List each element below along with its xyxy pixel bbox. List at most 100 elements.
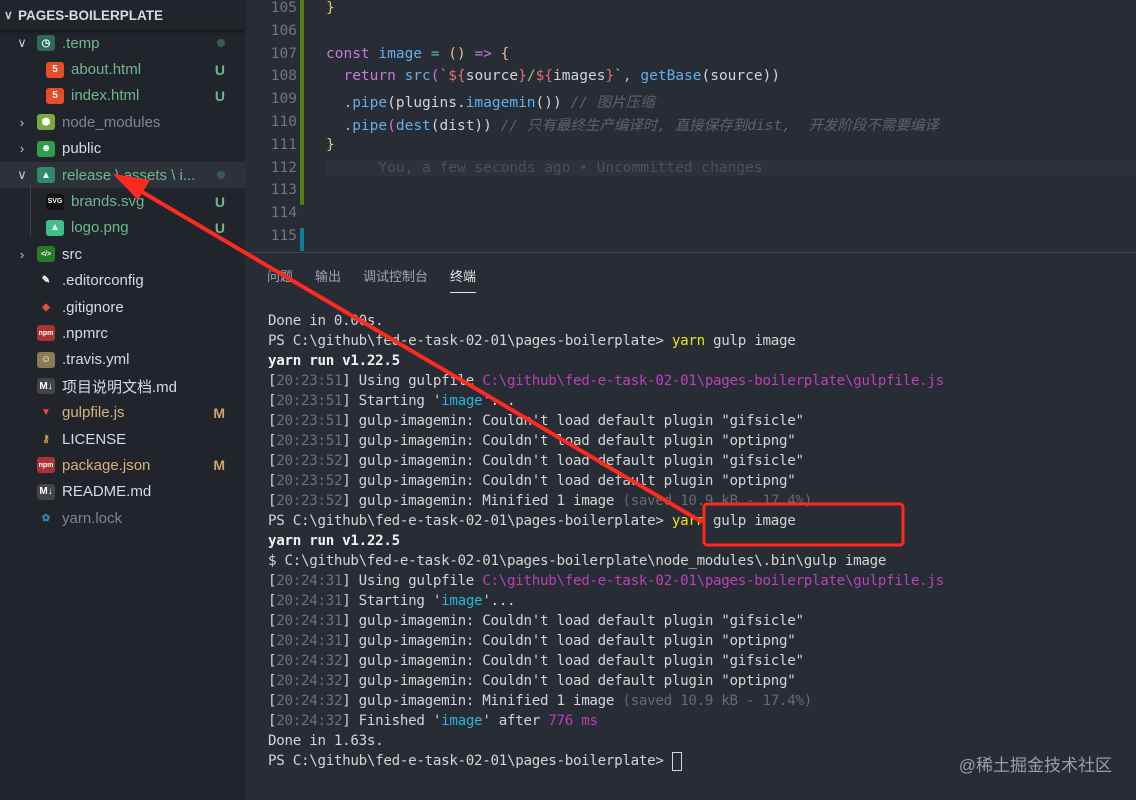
terminal-line: [20:23:51] Starting 'image'... bbox=[268, 391, 944, 411]
code-line[interactable]: } bbox=[326, 137, 335, 153]
watermark: @稀土掘金技术社区 bbox=[958, 756, 1112, 775]
line-number: 112 bbox=[270, 159, 297, 176]
chevron-down-icon: ∨ bbox=[4, 8, 13, 22]
tree-item[interactable]: npm .npmrc bbox=[0, 320, 245, 346]
modified-dot-icon bbox=[217, 39, 225, 48]
code-token: image bbox=[378, 45, 423, 62]
tree-item[interactable]: ⚷ LICENSE bbox=[0, 426, 245, 452]
terminal-line: Done in 0.00s. bbox=[268, 311, 944, 331]
tree-item[interactable]: ✎ .editorconfig bbox=[0, 268, 245, 294]
code-token: imagemin bbox=[465, 95, 536, 112]
terminal-text: [ bbox=[268, 613, 277, 629]
tree-item[interactable]: › ⬢ node_modules bbox=[0, 109, 245, 135]
line-number: 113 bbox=[270, 182, 297, 199]
terminal-text: ] Finished ' bbox=[342, 713, 442, 729]
terminal-text: (saved 10.9 kB - 17.4%) bbox=[622, 493, 812, 509]
terminal-line: [20:24:32] gulp-imagemin: Minified 1 ima… bbox=[268, 691, 944, 711]
git-gutter-modified bbox=[300, 22, 304, 46]
git-status-badge: M bbox=[213, 404, 225, 421]
code-token: { bbox=[500, 45, 510, 62]
code-line[interactable]: const image = () => { bbox=[326, 46, 509, 62]
terminal-text: PS C:\github\fed-e-task-02-01\pages-boil… bbox=[268, 513, 672, 529]
git-status-badge: U bbox=[214, 87, 225, 104]
panel-tab[interactable]: 输出 bbox=[315, 253, 341, 297]
code-token: (plugins. bbox=[387, 95, 466, 112]
tree-item-label: .editorconfig bbox=[62, 272, 144, 290]
tree-item[interactable]: M↓ README.md bbox=[0, 479, 245, 505]
travis-icon: ☺ bbox=[37, 351, 55, 368]
tree-item[interactable]: SVG brands.svg U bbox=[0, 188, 245, 214]
tree-item[interactable]: M↓ 项目说明文档.md bbox=[0, 373, 245, 399]
yarn-icon: ✿ bbox=[41, 512, 51, 524]
terminal-text: image bbox=[441, 393, 483, 409]
code-line[interactable]: .pipe(plugins.imagemin()) // 图片压缩 bbox=[326, 91, 655, 112]
terminal-text: 20:23:51 bbox=[276, 373, 343, 389]
code-token: } bbox=[326, 0, 335, 16]
code-line[interactable]: You, a few seconds ago • Uncommitted cha… bbox=[326, 159, 1136, 176]
panel-tab[interactable]: 问题 bbox=[267, 253, 293, 297]
terminal-line: PS C:\github\fed-e-task-02-01\pages-boil… bbox=[268, 331, 944, 351]
chevron-right-icon[interactable]: › bbox=[15, 141, 29, 156]
tree-item-label: .temp bbox=[62, 34, 100, 52]
code-line[interactable]: .pipe(dest(dist)) // 只有最终生产编译时, 直接保存到dis… bbox=[326, 114, 938, 135]
tree-item[interactable]: ✿ yarn.lock bbox=[0, 505, 245, 531]
markdown-icon: M↓ bbox=[37, 483, 55, 500]
tree-item[interactable]: ▲ logo.png U bbox=[0, 215, 245, 241]
tree-item[interactable]: 5 about.html U bbox=[0, 56, 245, 82]
chevron-right-icon[interactable]: › bbox=[15, 115, 29, 130]
terminal-text: 20:23:51 bbox=[276, 413, 343, 429]
folder-src-icon: </> bbox=[37, 246, 55, 263]
tree-item-label: release \ assets \ i... bbox=[62, 166, 196, 184]
code-token: () bbox=[448, 45, 475, 62]
editorconfig-icon: ✎ bbox=[41, 275, 51, 287]
git-gutter-modified bbox=[300, 114, 304, 137]
line-number: 109 bbox=[270, 91, 297, 108]
code-line[interactable]: } bbox=[326, 0, 335, 16]
terminal-text: ] Using gulpfile bbox=[342, 373, 483, 389]
code-editor[interactable]: 105} 106 107 const image = () => {108 retur… bbox=[245, 0, 1136, 252]
terminal-text: [ bbox=[268, 633, 277, 649]
terminal-text: 20:24:31 bbox=[276, 613, 343, 629]
terminal-text: ] gulp-imagemin: Minified 1 image bbox=[342, 693, 623, 709]
panel-tab[interactable]: 终端 bbox=[450, 253, 477, 297]
terminal-text: [ bbox=[268, 373, 277, 389]
code-token: } bbox=[326, 136, 335, 153]
terminal-line: [20:24:31] Using gulpfile C:\github\fed-… bbox=[268, 571, 944, 591]
git-gutter-modified bbox=[300, 136, 304, 160]
folder-temp-icon: ◷ bbox=[37, 35, 55, 52]
tree-item[interactable]: › </> src bbox=[0, 241, 245, 267]
code-token: // 图片压缩 bbox=[570, 95, 655, 112]
git-status-badge: U bbox=[214, 193, 225, 210]
terminal-cursor[interactable] bbox=[671, 751, 682, 771]
git-gutter-modified bbox=[300, 91, 304, 114]
tree-item[interactable]: › ☻ public bbox=[0, 136, 245, 162]
tree-item[interactable]: ☺ .travis.yml bbox=[0, 347, 245, 373]
code-token: (` bbox=[430, 68, 449, 85]
code-line[interactable]: return src(`${source}/${images}`, getBas… bbox=[326, 68, 780, 84]
line-number: 108 bbox=[270, 68, 297, 85]
chevron-down-icon[interactable]: ∨ bbox=[15, 35, 29, 51]
chevron-right-icon[interactable]: › bbox=[15, 247, 29, 262]
terminal-output[interactable]: Done in 0.00s. PS C:\github\fed-e-task-02… bbox=[268, 311, 944, 771]
terminal-text: 20:23:52 bbox=[276, 493, 343, 509]
terminal-text: [ bbox=[268, 473, 277, 489]
git-status-badge: M bbox=[213, 457, 225, 474]
panel-tab[interactable]: 调试控制台 bbox=[363, 253, 428, 297]
explorer-header[interactable]: ∨ PAGES-BOILERPLATE bbox=[0, 0, 245, 30]
tree-item[interactable]: ∨ ◷ .temp bbox=[0, 30, 245, 56]
tree-item[interactable]: npm package.json M bbox=[0, 452, 245, 478]
tree-item[interactable]: ∨ ▲ release \ assets \ i... bbox=[0, 161, 245, 189]
terminal-text: PS C:\github\fed-e-task-02-01\pages-boil… bbox=[268, 753, 672, 769]
line-number: 114 bbox=[270, 205, 297, 222]
code-token: . bbox=[326, 118, 353, 134]
terminal-text: yarn run v1.22.5 bbox=[268, 533, 400, 549]
chevron-down-icon[interactable]: ∨ bbox=[15, 167, 29, 183]
line-number: 106 bbox=[270, 22, 297, 39]
tree-item[interactable]: ◆ .gitignore bbox=[0, 294, 245, 320]
terminal-text: 20:23:52 bbox=[276, 453, 343, 469]
tree-item[interactable]: 5 index.html U bbox=[0, 83, 245, 109]
tree-item[interactable]: ▼ gulpfile.js M bbox=[0, 399, 245, 425]
terminal-text: ] gulp-imagemin: Couldn't load default p… bbox=[342, 673, 796, 689]
terminal-text: ] Using gulpfile bbox=[342, 573, 483, 589]
folder-images-icon: ▲ bbox=[37, 167, 55, 184]
